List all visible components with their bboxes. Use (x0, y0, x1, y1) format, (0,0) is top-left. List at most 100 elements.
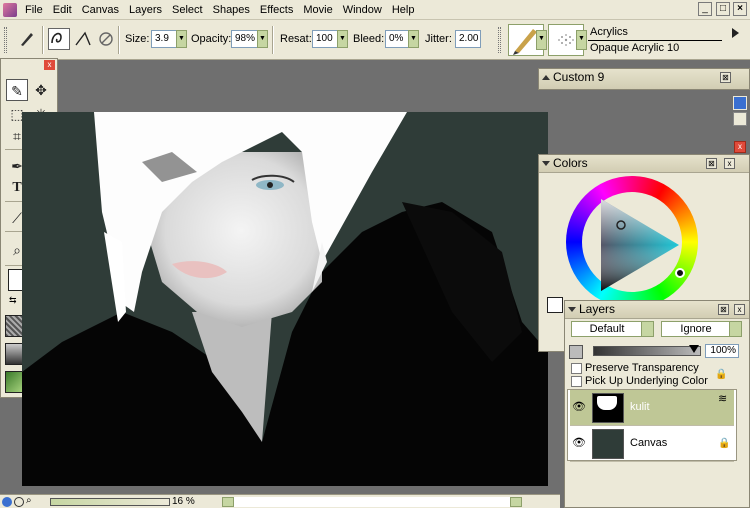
menu-shapes[interactable]: Shapes (208, 3, 255, 17)
layer-list: 👁 kulit ≋ 👁 Canvas 🔒 (567, 389, 737, 462)
pick-up-underlying-checkbox[interactable] (571, 376, 582, 387)
colors-main-swatch[interactable] (547, 297, 563, 313)
zoom-level: 16 % (172, 496, 195, 507)
brush-category-name: Acrylics (590, 26, 628, 38)
straight-line-icon[interactable] (72, 28, 94, 50)
lock-icon[interactable]: 🔒 (715, 369, 727, 383)
minimize-button[interactable]: _ (698, 2, 712, 16)
opacity-label: Opacity: (191, 33, 232, 45)
rotate-icon[interactable] (14, 497, 24, 507)
brush-variant-dropdown[interactable]: ▼ (576, 30, 587, 50)
brush-category-dropdown[interactable]: ▼ (536, 30, 547, 50)
saturation-value-triangle[interactable] (579, 185, 699, 305)
brush-tool-icon[interactable] (16, 28, 38, 50)
layers-palette-header[interactable]: Layers ⊠ x (565, 301, 749, 319)
horizontal-scrollbar[interactable] (234, 497, 510, 507)
app-logo-icon (3, 3, 17, 17)
menu-list: File Edit Canvas Layers Select Shapes Ef… (20, 3, 419, 17)
custom-palette-header[interactable]: Custom 9 ⊠ (539, 69, 749, 89)
layer-adjuster-icon[interactable]: ✥ (30, 79, 52, 101)
document-canvas[interactable] (22, 112, 548, 486)
layer-lock-icon[interactable]: 🔒 (718, 438, 730, 449)
menu-file[interactable]: File (20, 3, 48, 17)
colors-palette-options-icon[interactable]: ⊠ (706, 158, 717, 169)
bleed-label: Bleed: (353, 33, 385, 45)
zoom-slider[interactable] (50, 498, 170, 506)
visibility-eye-icon[interactable]: 👁 (572, 436, 586, 449)
composite-depth-dropdown[interactable] (729, 321, 742, 337)
artwork-image (22, 112, 548, 486)
layers-palette-title: Layers (579, 302, 616, 316)
layers-palette-options-icon[interactable]: ⊠ (718, 304, 729, 315)
brush-icon[interactable]: ✎ (6, 79, 28, 101)
hue-indicator[interactable] (675, 268, 685, 278)
menu-edit[interactable]: Edit (48, 3, 77, 17)
layer-row-canvas[interactable]: 👁 Canvas 🔒 (570, 426, 734, 462)
preserve-transparency-checkbox[interactable] (571, 363, 582, 374)
bleed-dropdown-button[interactable]: ▼ (408, 30, 419, 48)
menu-layers[interactable]: Layers (124, 3, 167, 17)
swap-colors-icon[interactable]: ⇆ (9, 295, 17, 306)
custom-palette-icon[interactable] (733, 96, 747, 110)
layer-stack-icon: ≋ (718, 393, 728, 405)
opacity-dropdown-button[interactable]: ▼ (257, 30, 268, 48)
layer-name[interactable]: Canvas (630, 437, 667, 449)
property-bar-arrow-icon[interactable] (732, 28, 739, 38)
layers-palette: Layers ⊠ x Default Ignore 100% Preserve … (564, 300, 750, 508)
colors-palette-header[interactable]: Colors ⊠ x (539, 155, 749, 173)
menu-window[interactable]: Window (338, 3, 387, 17)
menu-canvas[interactable]: Canvas (77, 3, 124, 17)
layer-thumbnail (592, 429, 624, 459)
jitter-field[interactable]: 2.00 (455, 30, 481, 48)
layer-opacity-field[interactable]: 100% (705, 344, 739, 358)
opacity-field[interactable]: 98% (231, 30, 258, 48)
composite-depth-select[interactable]: Ignore (661, 321, 731, 337)
reset-tool-icon[interactable] (95, 28, 117, 50)
layer-name[interactable]: kulit (630, 401, 650, 413)
close-button[interactable]: × (733, 2, 747, 16)
toolbar-grip-2[interactable] (498, 27, 501, 53)
bleed-field[interactable]: 0% (385, 30, 409, 48)
freehand-stroke-icon[interactable] (48, 28, 70, 50)
opacity-slider-handle[interactable] (689, 345, 699, 353)
toolbox-close-icon[interactable]: x (44, 60, 55, 70)
navigator-icon[interactable] (2, 497, 12, 507)
pick-up-underlying-label: Pick Up Underlying Color (585, 375, 708, 387)
preserve-transparency-label: Preserve Transparency (585, 362, 699, 374)
opacity-slider[interactable] (593, 346, 701, 356)
size-label: Size: (125, 33, 150, 45)
layer-thumbnail (592, 393, 624, 423)
resat-label: Resat: (280, 33, 312, 45)
zoom-icon[interactable]: ⌕ (26, 495, 32, 506)
visibility-eye-icon[interactable]: 👁 (572, 400, 586, 413)
composite-method-select[interactable]: Default (571, 321, 643, 337)
property-bar: Size: 3.9 ▼ Opacity: 98% ▼ Resat: 100 ▼ … (0, 20, 750, 60)
size-dropdown-button[interactable]: ▼ (176, 30, 187, 48)
scroll-left-button[interactable] (222, 497, 234, 507)
status-bar: ⌕ 16 % (0, 494, 560, 508)
layer-row-kulit[interactable]: 👁 kulit ≋ (570, 390, 734, 426)
menu-select[interactable]: Select (167, 3, 208, 17)
colors-palette-close-icon[interactable]: x (724, 158, 735, 169)
size-field[interactable]: 3.9 (151, 30, 177, 48)
custom-palette-icon-2[interactable] (733, 112, 747, 126)
composite-method-dropdown[interactable] (641, 321, 654, 337)
menu-movie[interactable]: Movie (298, 3, 337, 17)
scroll-right-button[interactable] (510, 497, 522, 507)
layers-palette-close-icon[interactable]: x (734, 304, 745, 315)
jitter-label: Jitter: (425, 33, 452, 45)
menu-bar: File Edit Canvas Layers Select Shapes Ef… (0, 0, 750, 20)
custom-palette: Custom 9 ⊠ (538, 68, 750, 90)
custom-palette-close-icon[interactable]: x (734, 141, 746, 153)
custom-palette-title: Custom 9 (553, 70, 605, 84)
resat-field[interactable]: 100 (312, 30, 338, 48)
restore-button[interactable]: □ (716, 2, 730, 16)
layer-opacity-icon (569, 345, 583, 359)
toolbar-grip[interactable] (4, 27, 7, 53)
menu-effects[interactable]: Effects (255, 3, 298, 17)
colors-palette-title: Colors (553, 156, 588, 170)
menu-help[interactable]: Help (387, 3, 420, 17)
resat-dropdown-button[interactable]: ▼ (337, 30, 348, 48)
brush-variant-name: Opaque Acrylic 10 (590, 42, 680, 54)
custom-palette-options-icon[interactable]: ⊠ (720, 72, 731, 83)
